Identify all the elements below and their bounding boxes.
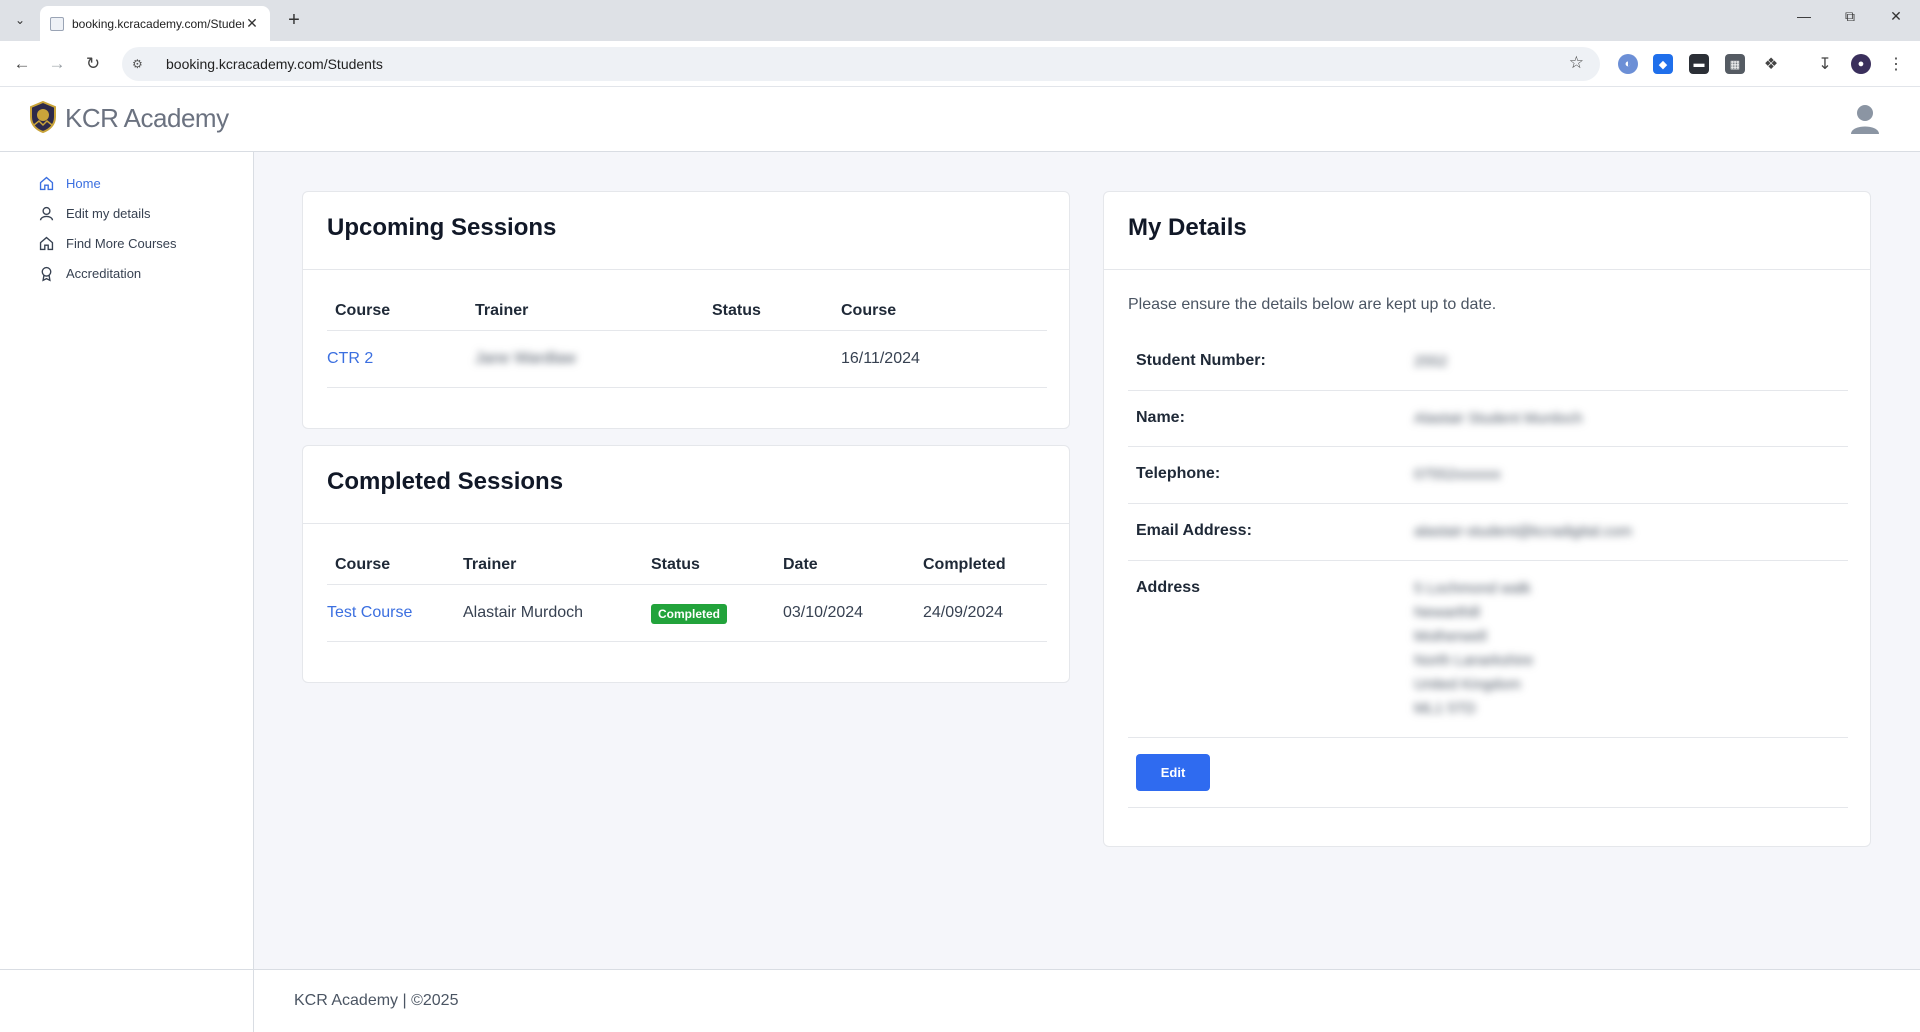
details-intro-text: Please ensure the details below are kept… xyxy=(1128,296,1497,313)
column-header-trainer: Trainer xyxy=(463,556,517,573)
brand-name[interactable]: KCR Academy xyxy=(65,103,229,134)
card-divider xyxy=(1104,269,1870,270)
sidebar-item-label: Edit my details xyxy=(66,205,151,221)
student-number-label: Student Number: xyxy=(1136,352,1266,369)
page-favicon-icon xyxy=(50,16,64,31)
profile-avatar[interactable]: ● xyxy=(1851,54,1871,74)
address-line: Motherwell xyxy=(1414,628,1487,645)
extensions-puzzle-icon[interactable]: ❖ xyxy=(1761,54,1781,74)
column-header-course-date: Course xyxy=(841,302,897,319)
extension-icon-4[interactable]: ▦ xyxy=(1725,54,1745,74)
upcoming-date: 16/11/2024 xyxy=(841,350,920,367)
kcr-shield-logo-icon[interactable] xyxy=(28,101,58,133)
sidebar-item-label: Accreditation xyxy=(66,265,142,281)
address-line: North Lanarkshire xyxy=(1414,652,1534,669)
row-divider xyxy=(1128,446,1848,447)
completed-trainer-name: Alastair Murdoch xyxy=(463,604,584,621)
email-value: alastair-student@kcradigital.com xyxy=(1414,523,1632,540)
address-line: 5 Lochmond walk xyxy=(1414,580,1531,597)
row-divider xyxy=(1128,807,1848,808)
user-account-icon[interactable] xyxy=(1850,103,1880,135)
sidebar: Home Edit my details Find More Courses A… xyxy=(0,152,254,969)
sidebar-item-accreditation[interactable]: Accreditation xyxy=(38,262,141,284)
page-footer: KCR Academy | ©2025 xyxy=(0,969,1920,1032)
row-divider xyxy=(1128,737,1848,738)
address-line: Newarthill xyxy=(1414,604,1480,621)
column-header-trainer: Trainer xyxy=(475,302,529,319)
browser-tab-bar: ⌄ booking.kcracademy.com/Students ✕ + — … xyxy=(0,0,1920,41)
column-header-status: Status xyxy=(651,556,700,573)
minimize-window-icon[interactable]: — xyxy=(1784,8,1824,32)
award-icon xyxy=(41,266,52,282)
completed-sessions-card: Completed Sessions Course Trainer Status… xyxy=(302,445,1070,683)
student-number-value: 2552 xyxy=(1414,353,1448,370)
status-badge: Completed xyxy=(651,604,728,624)
column-header-course: Course xyxy=(335,302,391,319)
tab-title: booking.kcracademy.com/Students xyxy=(72,16,244,31)
upcoming-course-link[interactable]: CTR 2 xyxy=(327,350,373,368)
home-icon xyxy=(39,236,54,250)
browser-tab[interactable]: booking.kcracademy.com/Students ✕ xyxy=(40,6,270,41)
app-header: KCR Academy xyxy=(0,87,1920,152)
upcoming-sessions-card: Upcoming Sessions Course Trainer Status … xyxy=(302,191,1070,429)
forward-arrow-icon[interactable]: → xyxy=(43,50,71,78)
header-divider xyxy=(327,330,1047,331)
sidebar-item-label: Find More Courses xyxy=(66,235,177,251)
edit-details-button[interactable]: Edit xyxy=(1136,754,1210,791)
address-bar[interactable]: ⚙ booking.kcracademy.com/Students ☆ xyxy=(122,47,1600,81)
reload-icon[interactable]: ↻ xyxy=(79,50,107,78)
completed-session-date: 03/10/2024 xyxy=(783,604,864,621)
email-label: Email Address: xyxy=(1136,522,1252,539)
row-divider xyxy=(1128,390,1848,391)
address-line: ML1 5TD xyxy=(1414,700,1476,717)
my-details-title: My Details xyxy=(1128,214,1247,241)
completed-course-link[interactable]: Test Course xyxy=(327,604,412,622)
completed-on-date: 24/09/2024 xyxy=(923,604,1004,621)
browser-toolbar: ← → ↻ ⚙ booking.kcracademy.com/Students … xyxy=(0,41,1920,87)
name-value: Alastair Student Murdoch xyxy=(1414,410,1583,427)
browser-menu-icon[interactable]: ⋮ xyxy=(1886,54,1906,74)
extension-icon-2[interactable]: ◆ xyxy=(1653,54,1673,74)
my-details-card: My Details Please ensure the details bel… xyxy=(1103,191,1871,847)
upcoming-sessions-title: Upcoming Sessions xyxy=(327,214,557,241)
sidebar-item-find-courses[interactable]: Find More Courses xyxy=(38,232,177,254)
column-header-course: Course xyxy=(335,556,391,573)
row-divider xyxy=(327,641,1047,642)
url-text[interactable]: booking.kcracademy.com/Students xyxy=(166,56,383,72)
upcoming-trainer-name: Jane Wardlaw xyxy=(475,350,576,367)
column-header-date: Date xyxy=(783,556,818,573)
tab-search-chevron-icon[interactable]: ⌄ xyxy=(9,9,31,31)
header-divider xyxy=(327,584,1047,585)
sidebar-item-label: Home xyxy=(66,175,101,191)
telephone-value: 07552xxxxxx xyxy=(1414,466,1501,483)
address-label: Address xyxy=(1136,579,1201,596)
completed-sessions-title: Completed Sessions xyxy=(327,468,564,495)
row-divider xyxy=(1128,503,1848,504)
new-tab-button[interactable]: + xyxy=(282,9,306,33)
site-info-icon[interactable]: ⚙ xyxy=(132,57,150,71)
home-icon xyxy=(39,176,54,190)
address-line: United Kingdom xyxy=(1414,676,1521,693)
sidebar-item-home[interactable]: Home xyxy=(38,172,101,194)
column-header-status: Status xyxy=(712,302,761,319)
extension-icon-1[interactable]: ◐ xyxy=(1618,54,1638,74)
extension-icon-3[interactable]: ▬ xyxy=(1689,54,1709,74)
tab-close-icon[interactable]: ✕ xyxy=(244,15,260,32)
download-icon[interactable]: ↧ xyxy=(1815,54,1835,74)
restore-window-icon[interactable]: ⧉ xyxy=(1830,8,1870,32)
row-divider xyxy=(327,387,1047,388)
footer-copyright: KCR Academy | ©2025 xyxy=(294,992,459,1009)
sidebar-item-edit-details[interactable]: Edit my details xyxy=(38,202,151,224)
row-divider xyxy=(1128,560,1848,561)
card-divider xyxy=(303,523,1069,524)
close-window-icon[interactable]: ✕ xyxy=(1876,8,1916,32)
column-header-completed: Completed xyxy=(923,556,1006,573)
footer-sidebar-segment xyxy=(0,970,254,1032)
user-icon xyxy=(39,206,54,220)
name-label: Name: xyxy=(1136,409,1185,426)
telephone-label: Telephone: xyxy=(1136,465,1221,482)
bookmark-star-icon[interactable]: ☆ xyxy=(1569,53,1584,73)
card-divider xyxy=(303,269,1069,270)
back-arrow-icon[interactable]: ← xyxy=(8,50,36,78)
